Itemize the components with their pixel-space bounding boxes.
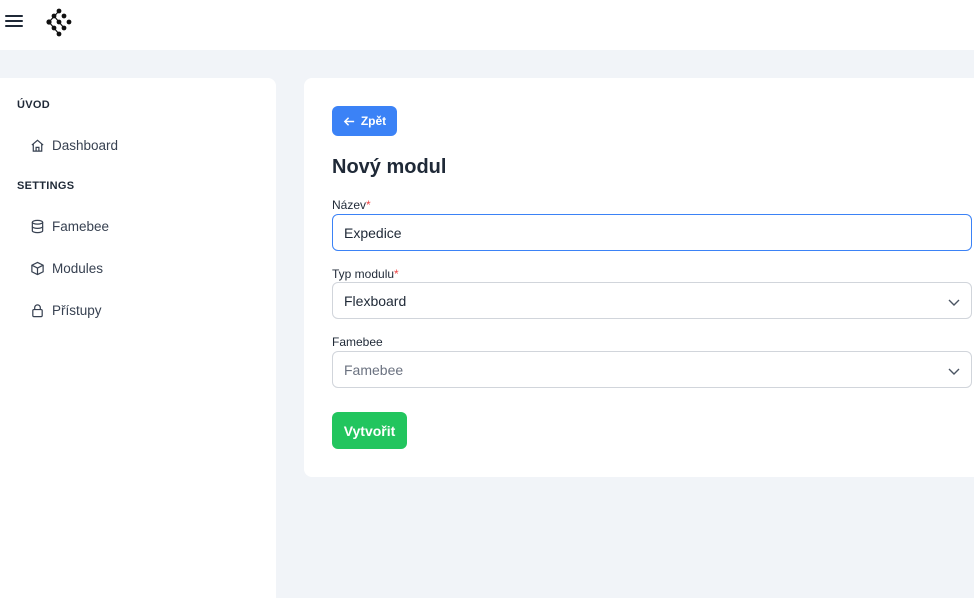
sidebar-item-label: Modules <box>52 260 104 276</box>
sidebar-section-title: SETTINGS <box>17 180 75 192</box>
app-logo-icon[interactable] <box>42 6 76 40</box>
sidebar-item-dashboard[interactable]: Dashboard <box>30 134 118 156</box>
required-mark: * <box>366 198 371 212</box>
type-field-label: Typ modulu* <box>332 267 399 281</box>
back-button[interactable]: Zpět <box>332 106 397 136</box>
form-card: Zpět Nový modul Název* Typ modulu* Flexb… <box>304 78 974 477</box>
lock-icon <box>32 303 43 317</box>
sidebar-section-title: ÚVOD <box>17 99 50 111</box>
chevron-down-icon <box>948 299 960 306</box>
module-type-select[interactable]: Flexboard <box>332 282 972 319</box>
sidebar-item-label: Famebee <box>52 218 110 234</box>
page-title: Nový modul <box>332 156 447 178</box>
back-button-label: Zpět <box>360 114 387 128</box>
arrow-left-icon <box>343 116 354 126</box>
sidebar-item-modules[interactable]: Modules <box>30 257 103 279</box>
hamburger-menu-icon[interactable] <box>4 13 24 29</box>
cube-icon <box>31 261 44 275</box>
sidebar-item-pristupy[interactable]: Přístupy <box>30 299 102 321</box>
famebee-select[interactable]: Famebee <box>332 351 972 388</box>
famebee-placeholder: Famebee <box>344 361 404 378</box>
famebee-field-label: Famebee <box>332 335 383 349</box>
home-icon <box>31 139 44 152</box>
top-bar <box>0 0 974 50</box>
name-input[interactable] <box>332 214 972 251</box>
create-button[interactable]: Vytvořit <box>332 412 407 449</box>
module-type-value: Flexboard <box>344 292 407 309</box>
sidebar-item-label: Přístupy <box>52 302 102 318</box>
name-field-label: Název* <box>332 198 371 212</box>
sidebar-item-famebee[interactable]: Famebee <box>30 215 109 237</box>
database-icon <box>31 219 44 233</box>
sidebar-item-label: Dashboard <box>52 137 119 153</box>
required-mark: * <box>394 267 399 281</box>
sidebar: ÚVOD Dashboard SETTINGS Famebee Modules … <box>0 78 276 598</box>
chevron-down-icon <box>948 368 960 375</box>
